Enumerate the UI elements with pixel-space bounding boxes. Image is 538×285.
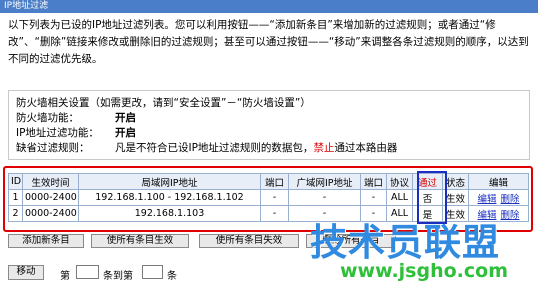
move-button[interactable]: 移动 bbox=[8, 265, 44, 280]
cell-time: 0000-2400 bbox=[22, 205, 79, 222]
move-label-to: 条到第 bbox=[103, 271, 133, 282]
firewall-heading: 防火墙相关设置（如需更改，请到“安全设置”－“防火墙设置”） bbox=[16, 97, 311, 109]
watermark-url: www.jsgho.com bbox=[340, 260, 508, 282]
col-id: ID bbox=[8, 173, 23, 190]
col-time: 生效时间 bbox=[22, 173, 79, 190]
col-lan-ip: 局域网IP地址 bbox=[78, 173, 261, 190]
cell-id: 2 bbox=[8, 205, 23, 222]
watermark-logo: 技术员联盟 bbox=[310, 221, 500, 264]
default-rule-deny: 禁止 bbox=[313, 142, 335, 154]
disable-all-button[interactable]: 使所有条目失效 bbox=[199, 234, 299, 248]
col-protocol: 协议 bbox=[386, 173, 413, 190]
cell-lan-port: - bbox=[260, 205, 289, 222]
enable-all-button[interactable]: 使所有条目生效 bbox=[91, 234, 189, 248]
cell-lan-port: - bbox=[260, 189, 289, 206]
add-entry-button[interactable]: 添加新条目 bbox=[8, 234, 84, 248]
intro-text: 以下列表为已设的IP地址过滤列表。您可以利用按钮——“添加新条目”来增加新的过滤… bbox=[8, 19, 529, 65]
move-from-input[interactable] bbox=[76, 265, 99, 279]
move-label-end: 条 bbox=[167, 271, 177, 282]
delete-link[interactable]: 删除 bbox=[501, 210, 520, 221]
firewall-function-label: 防火墙功能： bbox=[16, 112, 79, 124]
cell-actions: 编辑 删除 bbox=[468, 189, 529, 206]
firewall-function-value: 开启 bbox=[115, 112, 136, 124]
cell-wan-ip: - bbox=[288, 189, 361, 206]
col-wan-port: 端口 bbox=[360, 173, 387, 190]
cell-time: 0000-2400 bbox=[22, 189, 79, 206]
cell-wan-port: - bbox=[360, 189, 387, 206]
col-wan-ip: 广域网IP地址 bbox=[288, 173, 361, 190]
move-to-input[interactable] bbox=[142, 265, 163, 279]
default-rule-suffix: 通过本路由器 bbox=[334, 142, 398, 154]
default-rule-prefix: 凡是不符合已设IP地址过滤规则的数据包， bbox=[115, 142, 314, 154]
col-edit: 编辑 bbox=[468, 173, 529, 190]
ip-filter-label: IP地址过滤功能： bbox=[16, 127, 99, 139]
ip-filter-value: 开启 bbox=[115, 127, 136, 139]
move-label-first: 第 bbox=[60, 271, 70, 282]
cell-lan-ip: 192.168.1.103 bbox=[78, 205, 261, 222]
default-rule-value: 凡是不符合已设IP地址过滤规则的数据包，禁止通过本路由器 bbox=[115, 140, 397, 155]
cell-lan-ip: 192.168.1.100 - 192.168.1.102 bbox=[78, 189, 261, 206]
cell-protocol: ALL bbox=[386, 189, 413, 206]
col-lan-port: 端口 bbox=[260, 173, 289, 190]
page-title: IP地址过滤 bbox=[0, 0, 538, 13]
firewall-settings-panel: 防火墙相关设置（如需更改，请到“安全设置”－“防火墙设置”） 防火墙功能： 开启… bbox=[8, 90, 530, 160]
table-header-row: ID 生效时间 局域网IP地址 端口 广域网IP地址 端口 协议 通过 状态 编… bbox=[8, 173, 529, 190]
edit-link[interactable]: 编辑 bbox=[477, 194, 496, 205]
delete-link[interactable]: 删除 bbox=[501, 194, 520, 205]
table-row: 1 0000-2400 192.168.1.100 - 192.168.1.10… bbox=[8, 189, 529, 206]
cell-id: 1 bbox=[8, 189, 23, 206]
default-rule-label: 缺省过滤规则： bbox=[16, 142, 90, 154]
